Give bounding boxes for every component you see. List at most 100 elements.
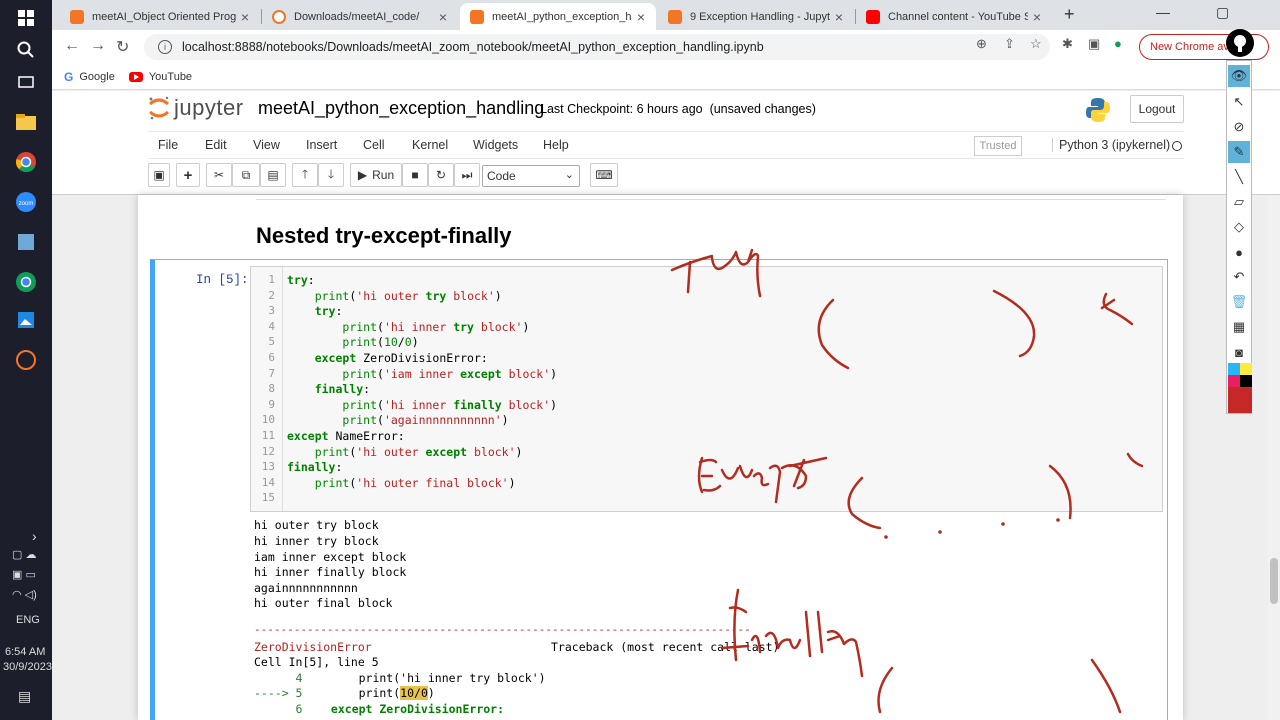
menu-view[interactable]: View [253, 138, 280, 152]
task-view-icon[interactable] [12, 68, 40, 96]
cell-type-select[interactable]: Code ⌄ [482, 165, 580, 187]
run-button[interactable]: ▶ Run [350, 163, 402, 187]
minimize-icon[interactable]: — [1156, 4, 1170, 20]
restart-icon[interactable]: ↻ [428, 163, 454, 187]
close-tab-icon[interactable]: × [830, 9, 848, 25]
clock-date[interactable]: 30/9/2023 [3, 661, 52, 673]
jupyter-favicon-icon [70, 9, 84, 24]
menu-kernel[interactable]: Kernel [412, 138, 448, 152]
logout-button[interactable]: Logout [1130, 95, 1184, 123]
chrome-profile-icon[interactable] [12, 268, 40, 296]
move-down-icon[interactable]: 🡓 [318, 163, 344, 187]
bookmark-google[interactable]: G Google [64, 70, 115, 84]
line-icon[interactable]: ╲ [1228, 166, 1250, 188]
vertical-scrollbar[interactable] [1268, 195, 1280, 720]
close-tab-icon[interactable]: × [632, 9, 650, 25]
notification-icon[interactable]: ▤ [18, 688, 31, 705]
pointer-icon[interactable]: ↖ [1228, 91, 1250, 113]
camera-icon[interactable]: ◙ [1228, 341, 1250, 363]
tab-exception-handling[interactable]: meetAI_python_exception_handli × [460, 3, 656, 30]
extensions-icon[interactable]: ✱ [1062, 36, 1073, 52]
code-line: print('hi inner try block') [342, 319, 530, 334]
scrollbar-thumb[interactable] [1270, 558, 1278, 604]
windows-start-icon[interactable] [12, 4, 40, 32]
forward-icon[interactable]: → [90, 37, 106, 55]
kernel-name[interactable]: Python 3 (ipykernel) [1052, 138, 1170, 152]
highlighter-icon[interactable]: ▱ [1228, 191, 1250, 213]
tab-downloads[interactable]: Downloads/meetAI_code/ × [262, 3, 458, 30]
chevron-down-icon: ⌄ [564, 169, 574, 181]
search-icon[interactable] [12, 36, 40, 64]
tab-oop[interactable]: meetAI_Object Oriented Program × [60, 3, 260, 30]
profile-icon[interactable]: ● [1114, 36, 1122, 51]
jupyter-logo[interactable]: jupyter [148, 95, 244, 121]
menu-cell[interactable]: Cell [363, 138, 385, 152]
insert-cell-icon[interactable]: + [176, 163, 200, 187]
bookmark-star-icon[interactable]: ☆ [1030, 36, 1042, 52]
copy-icon[interactable]: ⧉ [232, 163, 260, 187]
trash-icon[interactable]: 🗑 [1228, 291, 1250, 313]
new-tab-icon[interactable]: + [1064, 4, 1075, 25]
menu-file[interactable]: File [158, 138, 178, 152]
language-indicator[interactable]: ENG [16, 614, 40, 626]
save-icon[interactable]: ▣ [148, 163, 170, 187]
jupyter-taskbar-icon[interactable] [12, 346, 40, 374]
interrupt-icon[interactable]: ■ [402, 163, 428, 187]
output-line: againnnnnnnnnnn [254, 581, 358, 595]
command-palette-icon[interactable]: ⌨ [590, 163, 618, 187]
line-number: 14 [261, 475, 275, 489]
traceback-line-number: 6 [254, 702, 303, 716]
menu-help[interactable]: Help [543, 138, 569, 152]
move-up-icon[interactable]: 🡑 [292, 163, 318, 187]
photos-icon[interactable] [12, 306, 40, 334]
close-tab-icon[interactable]: × [434, 9, 452, 25]
code-editor[interactable]: 1 2 3 4 5 6 7 8 9 10 11 12 13 14 15 try: print('hi out… [250, 266, 1163, 512]
chrome-icon[interactable] [12, 148, 40, 176]
wifi-volume-icon[interactable]: ◠ ◁) [12, 588, 37, 601]
tab-title: Channel content - YouTube Studi [888, 10, 1028, 23]
url-input[interactable]: i localhost:8888/notebooks/Downloads/mee… [144, 34, 1050, 60]
back-icon[interactable]: ← [64, 37, 80, 55]
menu-insert[interactable]: Insert [306, 138, 337, 152]
tab-title: Downloads/meetAI_code/ [294, 10, 420, 23]
line-number: 2 [268, 288, 275, 302]
eraser-icon[interactable]: ◇ [1228, 216, 1250, 238]
chevron-up-icon[interactable]: › [32, 528, 37, 544]
share-icon[interactable]: ⇪ [1004, 36, 1015, 52]
pen-off-icon[interactable]: ⊘ [1228, 116, 1250, 138]
menu-edit[interactable]: Edit [205, 138, 227, 152]
dot-icon[interactable]: ● [1228, 241, 1250, 263]
undo-icon[interactable]: ↶ [1228, 266, 1250, 288]
reload-icon[interactable]: ↻ [116, 37, 129, 57]
bookmark-youtube[interactable]: YouTube [128, 71, 192, 83]
close-tab-icon[interactable]: × [236, 9, 254, 25]
trusted-indicator[interactable]: Trusted [974, 136, 1022, 156]
code-line: except ZeroDivisionError: [314, 351, 488, 365]
tab-jupyter-9[interactable]: 9 Exception Handling - Jupyter N × [658, 3, 854, 30]
board-icon[interactable]: ▦ [1228, 316, 1250, 338]
file-explorer-icon[interactable] [12, 108, 40, 136]
eye-icon[interactable]: 👁 [1228, 65, 1250, 87]
menu-widgets[interactable]: Widgets [473, 138, 518, 152]
sidepanel-icon[interactable]: ▣ [1088, 36, 1100, 52]
paste-icon[interactable]: ▤ [260, 163, 286, 187]
zoom-icon[interactable]: ⊕ [976, 36, 987, 52]
app-icon[interactable] [12, 228, 40, 256]
tab-title: meetAI_python_exception_handli [492, 10, 632, 23]
markdown-heading[interactable]: Nested try-except-finally [256, 223, 512, 249]
info-icon[interactable]: i [158, 40, 172, 54]
pen-icon[interactable]: ✎ [1228, 141, 1250, 163]
zoom-icon[interactable]: zoom [12, 188, 40, 216]
annotation-app-icon[interactable] [1226, 29, 1254, 57]
color-palette[interactable] [1228, 363, 1252, 413]
clock-time[interactable]: 6:54 AM [5, 646, 45, 658]
tab-youtube-studio[interactable]: Channel content - YouTube Studi × [856, 3, 1052, 30]
google-icon: G [64, 69, 74, 84]
cut-icon[interactable]: ✂ [206, 163, 232, 187]
tray-icons[interactable]: ▢ ☁ [12, 548, 36, 561]
notebook-title[interactable]: meetAI_python_exception_handling [258, 98, 544, 119]
battery-icon[interactable]: ▣ ▭ [12, 568, 36, 581]
close-tab-icon[interactable]: × [1028, 9, 1046, 25]
restart-run-all-icon[interactable]: ⏭ [454, 163, 480, 187]
maximize-icon[interactable]: ▢ [1216, 4, 1229, 21]
